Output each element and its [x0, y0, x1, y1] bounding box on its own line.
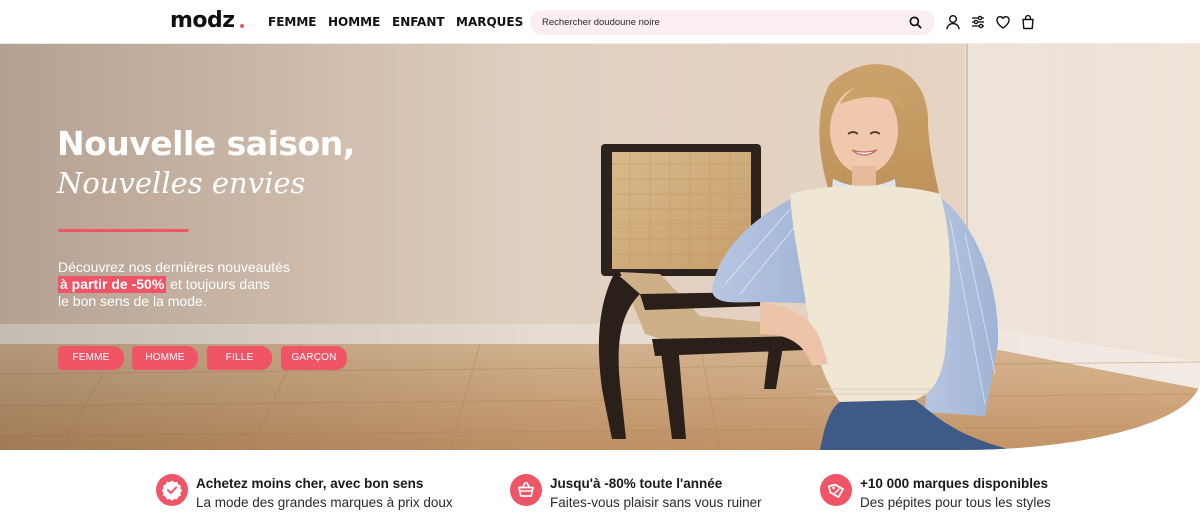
hero-subtitle: Nouvelles envies [57, 166, 306, 200]
nav-item-marques[interactable]: MARQUES [456, 14, 523, 30]
hero-desc-highlight: à partir de -50% [58, 276, 167, 293]
hero-desc-line1: Découvrez nos dernières nouveautés [58, 259, 290, 275]
category-button-fille[interactable]: FILLE [207, 346, 272, 370]
hero-banner: Nouvelle saison, Nouvelles envies Découv… [0, 44, 1200, 450]
heart-icon[interactable] [995, 14, 1011, 30]
hero-desc-line3: le bon sens de la mode. [58, 293, 207, 309]
nav-item-enfant[interactable]: ENFANT [392, 14, 445, 30]
filters-icon[interactable] [970, 14, 986, 30]
hero-title: Nouvelle saison, [57, 124, 355, 163]
search-icon[interactable] [908, 15, 923, 30]
logo[interactable]: modz [170, 8, 235, 34]
logo-dot [240, 24, 244, 28]
category-button-femme[interactable]: FEMME [58, 346, 124, 370]
feature-title-2: Jusqu'à -80% toute l'année [550, 476, 723, 491]
hero-desc-line2: et toujours dans [170, 276, 270, 292]
site-header: modz FEMME HOMME ENFANT MARQUES Recherch… [0, 0, 1200, 44]
basket-icon [510, 474, 542, 506]
feature-text-2: Faites-vous plaisir sans vous ruiner [550, 495, 762, 510]
search-text: Rechercher doudoune noire [542, 17, 660, 28]
user-icon[interactable] [945, 14, 961, 30]
feature-title-1: Achetez moins cher, avec bon sens [196, 476, 424, 491]
hero-photo [0, 44, 1200, 450]
feature-text-3: Des pépites pour tous les styles [860, 495, 1051, 510]
nav-item-homme[interactable]: HOMME [328, 14, 380, 30]
category-button-homme[interactable]: HOMME [132, 346, 198, 370]
nav-item-femme[interactable]: FEMME [268, 14, 316, 30]
feature-text-1: La mode des grandes marques à prix doux [196, 495, 453, 510]
bag-icon[interactable] [1020, 14, 1036, 30]
hero-divider [58, 229, 189, 232]
price-tag-icon [820, 474, 852, 506]
check-badge-icon [156, 474, 188, 506]
feature-title-3: +10 000 marques disponibles [860, 476, 1048, 491]
search-input[interactable]: Rechercher doudoune noire [530, 10, 935, 35]
hero-description: Découvrez nos dernières nouveautés à par… [58, 259, 290, 310]
category-button-garcon[interactable]: GARÇON [281, 346, 347, 370]
